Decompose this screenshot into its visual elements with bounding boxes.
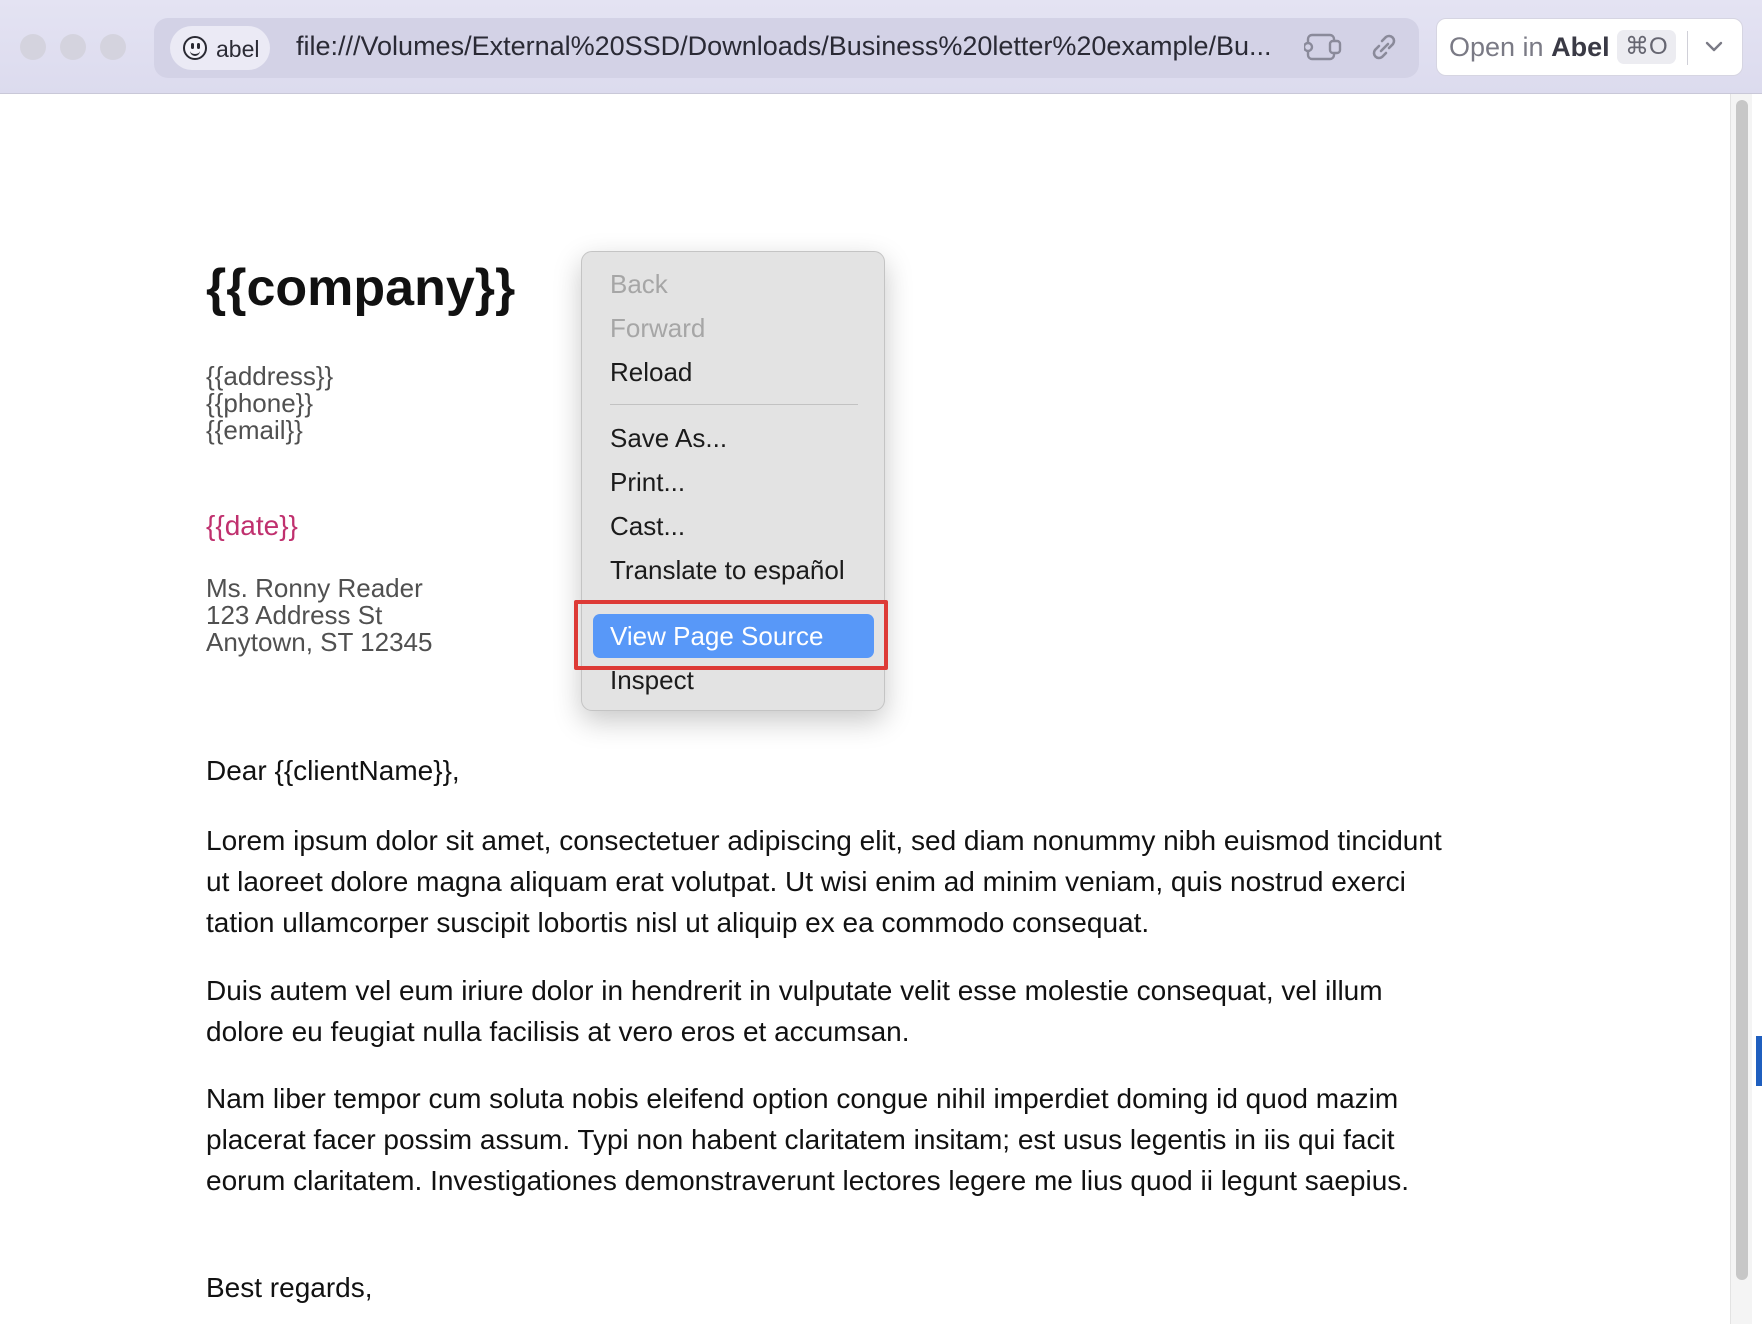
menu-item-print[interactable]: Print... (610, 467, 685, 498)
shortcut-badge: ⌘O (1617, 30, 1676, 64)
body-paragraph-1: Lorem ipsum dolor sit amet, consectetuer… (206, 825, 1442, 938)
body-paragraph-2: Duis autem vel eum iriure dolor in hendr… (206, 975, 1383, 1047)
recipient-street: 123 Address St (206, 600, 383, 630)
url-text[interactable]: file:///Volumes/External%20SSD/Downloads… (296, 31, 1426, 62)
chevron-down-icon[interactable] (1703, 35, 1725, 57)
recipient-name: Ms. Ronny Reader (206, 573, 423, 603)
menu-item-reload[interactable]: Reload (610, 357, 692, 388)
smiley-icon (183, 36, 207, 60)
company-heading: {{company}} (206, 259, 516, 317)
closing: Best regards, (206, 1272, 373, 1303)
zoom-window-button[interactable] (100, 34, 126, 60)
menu-item-cast[interactable]: Cast... (610, 511, 685, 542)
profile-chip[interactable]: abel (170, 26, 270, 70)
menu-item-back[interactable]: Back (610, 269, 668, 300)
open-in-app-button[interactable]: Open in Abel ⌘O (1436, 18, 1743, 76)
close-window-button[interactable] (20, 34, 46, 60)
menu-item-translate[interactable]: Translate to español (610, 555, 845, 586)
sender-block: {{address}} {{phone}} {{email}} (206, 363, 333, 444)
window-edge (1752, 94, 1762, 1324)
profile-name: abel (216, 36, 260, 62)
menu-separator (610, 404, 858, 405)
body-paragraph-3: Nam liber tempor cum soluta nobis eleife… (206, 1083, 1410, 1196)
menu-item-forward[interactable]: Forward (610, 313, 705, 344)
recipient-city: Anytown, ST 12345 (206, 627, 433, 657)
greeting: Dear {{clientName}}, (206, 755, 460, 786)
address-bar[interactable]: abel file:///Volumes/External%20SSD/Down… (154, 18, 1419, 78)
sender-phone: {{phone}} (206, 388, 314, 418)
link-icon[interactable] (1366, 30, 1402, 64)
button-divider (1687, 31, 1688, 65)
menu-item-save-as[interactable]: Save As... (610, 423, 727, 454)
recipient-block: Ms. Ronny Reader 123 Address St Anytown,… (206, 575, 432, 656)
window-edge-accent (1756, 1036, 1762, 1086)
sender-email: {{email}} (206, 415, 303, 445)
highlight-callout-box (574, 600, 888, 670)
browser-toolbar: abel file:///Volumes/External%20SSD/Down… (0, 0, 1762, 94)
open-in-label: Open in Abel (1449, 32, 1610, 62)
minimize-window-button[interactable] (60, 34, 86, 60)
letter-date: {{date}} (206, 510, 298, 541)
extension-icon[interactable] (1304, 29, 1344, 65)
scrollbar-thumb[interactable] (1736, 100, 1748, 1280)
sender-address: {{address}} (206, 361, 334, 391)
